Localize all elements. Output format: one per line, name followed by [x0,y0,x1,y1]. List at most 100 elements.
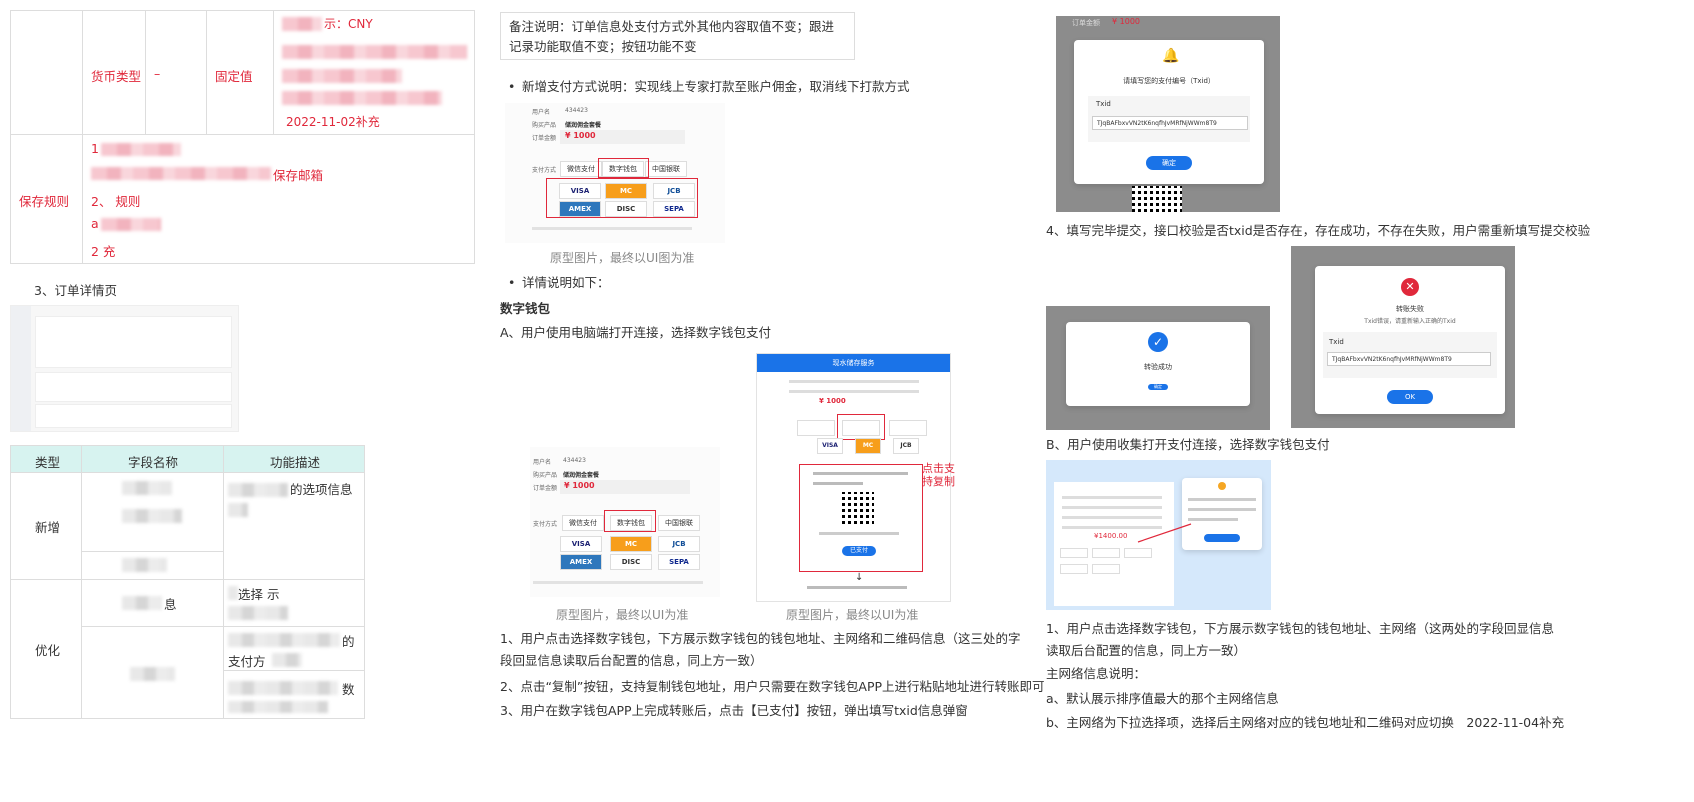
user-value: 434423 [563,457,586,464]
unionpay-option[interactable]: 中国银联 [645,161,687,177]
optimized-desc: 的 [342,634,355,649]
amount-value: ¥ 1000 [565,131,596,140]
prototype-caption: 原型图片，最终以UI为准 [556,608,689,622]
payment-option[interactable] [1124,548,1152,558]
ok-button[interactable]: OK [1387,390,1433,404]
table-cell: 示：CNY 2022-11-02补充 [273,10,475,135]
blurred-text [130,667,175,681]
prototype-caption: 原型图片，最终以UI为准 [786,608,919,622]
rule-line: 1 [91,141,99,156]
payment-prototype-1: 用户名 434423 购买产品 储润佣金套餐 订单金额 ¥ 1000 支付方式 … [505,103,725,243]
text-line [789,390,919,393]
type-added: 新增 [35,520,61,535]
table-header: 功能描述 [223,445,365,473]
rule-line: 2、 规则 [91,194,141,209]
wechat-pay-option[interactable]: 微信支付 [560,161,602,177]
confirm-button[interactable]: 确定 [1148,384,1168,390]
payment-option[interactable] [1092,564,1120,574]
blurred-text [228,701,328,713]
table-cell: 数 [223,670,365,719]
wechat-pay-option[interactable] [797,420,835,436]
txid-dialog-screenshot: 订单金额 ¥ 1000 🔔 请填写您的支付编号（Txid） Txid TJqBA… [1056,16,1280,212]
network-note-title: 主网络信息说明： [1046,666,1147,681]
unionpay-option[interactable] [889,420,927,436]
table-cell: – [145,10,207,135]
error-icon: ✕ [1401,278,1419,296]
bullet-new-payment: 新增支付方式说明：实现线上专家打款至账户佣金，取消线下打款方式 [508,76,909,98]
success-dialog: ✓ 转验成功 确定 [1066,322,1250,406]
table-cell: 保存规则 [10,134,83,264]
highlight-box [837,414,885,440]
thumbnail-panel [35,316,232,368]
thumbnail-panel [35,372,232,402]
user-label: 用户名 [532,109,551,116]
blurred-text [228,681,338,695]
verify-success-screenshot: ✓ 转验成功 确定 [1046,306,1270,430]
txid-label: Txid [1096,100,1111,108]
visa-icon: VISA [560,536,602,552]
text-line [789,380,919,383]
unionpay-option[interactable]: 中国银联 [658,515,700,531]
table-header: 字段名称 [81,445,224,473]
thumbnail-panel [35,404,232,428]
fail-subtitle: Txid错误，请重新输入正确的Txid [1364,318,1456,325]
wallet-icon [1218,482,1226,490]
amex-icon: AMEX [560,554,602,570]
amount-value: ¥ 1000 [564,481,595,490]
section-title-order-detail: 3、订单详情页 [34,283,117,298]
note-box: 备注说明：订单信息处支付方式外其他内容取值不变；跟进记录功能取值不变；按钮功能不… [500,12,855,60]
network-note-b: b、主网络为下拉选择项，选择后主网络对应的钱包地址和二维码对应切换 2022-1… [1046,715,1565,730]
confirm-button[interactable] [1204,534,1240,542]
blurred-text [282,17,322,31]
network-note-a: a、默认展示排序值最大的那个主网络信息 [1046,691,1279,706]
product-value: 储润佣金套餐 [565,122,602,129]
payment-option[interactable] [1060,564,1088,574]
red-arrow [1137,523,1192,543]
amount-label: 订单金额 [533,485,558,492]
table-cell: 货币类型 [82,10,146,135]
bullet-details: 详情说明如下： [508,272,609,294]
paid-button[interactable]: 已支付 [842,546,876,556]
blurred-text [228,503,248,517]
table-cell [81,626,224,719]
verify-fail-screenshot: ✕ 转账失败 Txid错误，请重新输入正确的Txid Txid TJqBAFbx… [1291,246,1515,428]
payment-option[interactable] [1092,548,1120,558]
wechat-pay-option[interactable]: 微信支付 [562,515,604,531]
step-2: 2、点击“复制”按钮，支持复制钱包地址，用户只需要在数字钱包APP上进行粘贴地址… [500,679,1045,694]
text-line [807,586,907,589]
added-desc: 的选项信息 [290,482,353,497]
rule-line: a [91,216,99,231]
amount-label: 订单金额 [532,135,557,142]
blurred-text [101,218,161,231]
scenario-a: A、用户使用电脑端打开连接，选择数字钱包支付 [500,325,772,340]
header-field-name: 字段名称 [128,455,179,470]
blurred-text [91,167,271,180]
amount-label: 订单金额 [1072,19,1100,27]
rule-line: 2 充 [91,244,116,259]
success-text: 转验成功 [1144,363,1172,371]
payment-prototype-2: 用户名 434423 购买产品 储润佣金套餐 订单金额 ¥ 1000 支付方式 … [530,447,720,597]
optimized-desc: 数 [342,682,355,697]
blurred-text [122,481,172,495]
txid-input[interactable]: TJqBAFbxvVN2tK6nqfhJvMRfNjWWm8T9 [1092,116,1248,130]
pay-method-label: 支付方式 [533,521,558,528]
payment-option[interactable] [1060,548,1088,558]
dialog-title: 请填写您的支付编号（Txid） [1123,77,1215,85]
highlight-box [598,158,649,178]
thumbnail-sidebar [11,306,31,431]
table-cell: 选择 示 [223,579,365,627]
blurred-text [272,653,302,667]
txid-label: Txid [1329,338,1344,346]
table-cell: 的选项信息 [223,472,365,580]
amount-value: ¥1400.00 [1094,532,1128,540]
confirm-button[interactable]: 确定 [1146,156,1192,170]
step-3: 3、用户在数字钱包APP上完成转账后，点击【已支付】按钮，弹出填写txid信息弹… [500,703,968,718]
fine-print [532,227,692,230]
amount-value: ¥ 1000 [819,397,846,405]
optimized-desc: 支付方 [228,654,266,669]
scenario-b: B、用户使用收集打开支付连接，选择数字钱包支付 [1046,437,1330,452]
mobile-wallet-screenshot: ¥1400.00 [1046,460,1271,610]
type-optimized: 优化 [35,643,61,658]
txid-input[interactable]: TJqBAFbxvVN2tK6nqfhJvMRfNjWWm8T9 [1327,352,1491,366]
field-name-currency: 货币类型 [91,69,142,84]
